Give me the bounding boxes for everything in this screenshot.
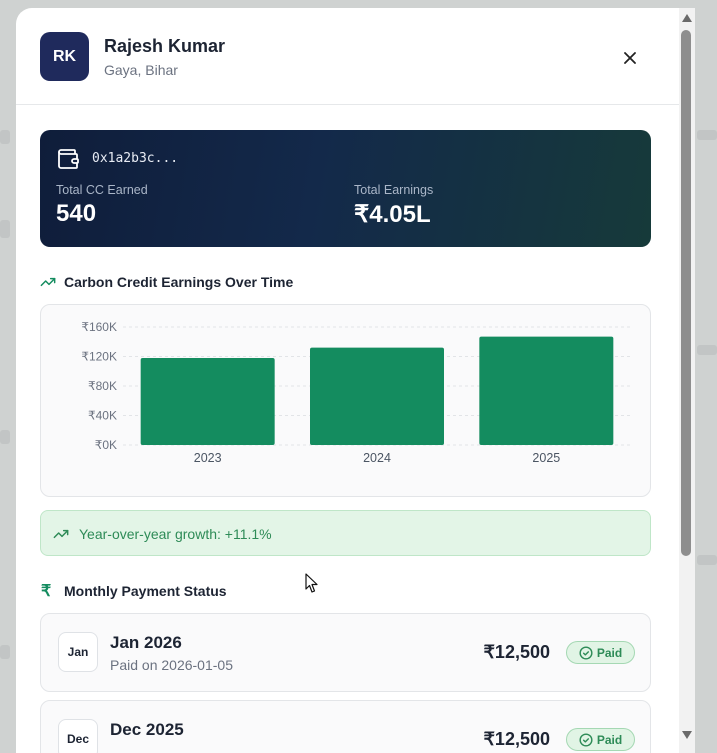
trending-up-icon [40,277,56,287]
growth-banner: Year-over-year growth: +11.1% [40,510,651,556]
y-tick-label: ₹40K [88,409,117,423]
bar-2023[interactable] [140,357,275,445]
wallet-address[interactable]: 0x1a2b3c... [92,151,178,166]
y-tick-label: ₹120K [81,350,117,364]
scroll-thumb[interactable] [681,30,691,556]
x-tick-label: 2024 [363,451,391,465]
payment-date: Paid on 2026-01-05 [110,657,233,673]
total-cc-label: Total CC Earned [56,183,148,197]
wallet-icon [58,149,79,169]
check-circle-icon [579,732,593,747]
scroll-up-arrow[interactable] [679,10,695,26]
payment-amount: ₹12,500 [483,729,550,749]
wallet-summary-card: 0x1a2b3c... Total CC Earned 540 Total Ea… [40,130,651,247]
chevron-down-icon [682,731,692,739]
payment-amount: ₹12,500 [483,642,550,662]
farmer-details-modal: RK Rajesh Kumar Gaya, Bihar 0x1a2b3c... … [16,8,679,753]
rupee-icon: ₹ [41,583,52,600]
earnings-chart: ₹0K ₹40K ₹80K ₹120K ₹160K 2023 2024 2025 [40,304,651,497]
growth-text: Year-over-year growth: +11.1% [79,526,272,542]
status-badge: Paid [566,641,635,664]
total-earnings-value: ₹4.05L [354,201,431,228]
total-cc-value: 540 [56,200,97,227]
month-badge: Dec [58,719,98,753]
status-label: Paid [596,732,623,747]
bar-2025[interactable] [479,336,614,445]
scroll-down-arrow[interactable] [679,727,695,743]
check-circle-icon [579,645,593,660]
x-tick-label: 2023 [194,451,222,465]
chevron-up-icon [682,14,692,22]
month-badge: Jan [58,632,98,672]
close-button[interactable] [616,44,644,72]
modal-header: RK Rajesh Kumar Gaya, Bihar [16,8,679,105]
payment-row[interactable]: Dec Dec 2025 ₹12,500 Paid [40,700,651,753]
farmer-location: Gaya, Bihar [104,62,178,78]
chart-section-title: Carbon Credit Earnings Over Time [64,274,294,290]
total-earnings-label: Total Earnings [354,183,434,197]
avatar: RK [40,32,89,81]
payment-row[interactable]: Jan Jan 2026 Paid on 2026-01-05 ₹12,500 … [40,613,651,692]
mouse-cursor-icon [305,573,318,593]
y-tick-label: ₹0K [95,438,117,452]
y-tick-label: ₹160K [81,320,117,334]
bar-chart-svg: ₹0K ₹40K ₹80K ₹120K ₹160K 2023 2024 2025 [81,320,631,465]
payment-month: Dec 2025 [110,720,184,739]
farmer-name: Rajesh Kumar [104,36,226,56]
payments-section-title: Monthly Payment Status [64,583,227,599]
trending-up-icon [53,529,69,539]
payment-month: Jan 2026 [110,633,182,652]
y-tick-label: ₹80K [88,379,117,393]
bar-2024[interactable] [310,347,444,445]
status-badge: Paid [566,728,635,751]
close-icon [624,52,636,64]
x-tick-label: 2025 [532,451,560,465]
status-label: Paid [596,645,623,660]
